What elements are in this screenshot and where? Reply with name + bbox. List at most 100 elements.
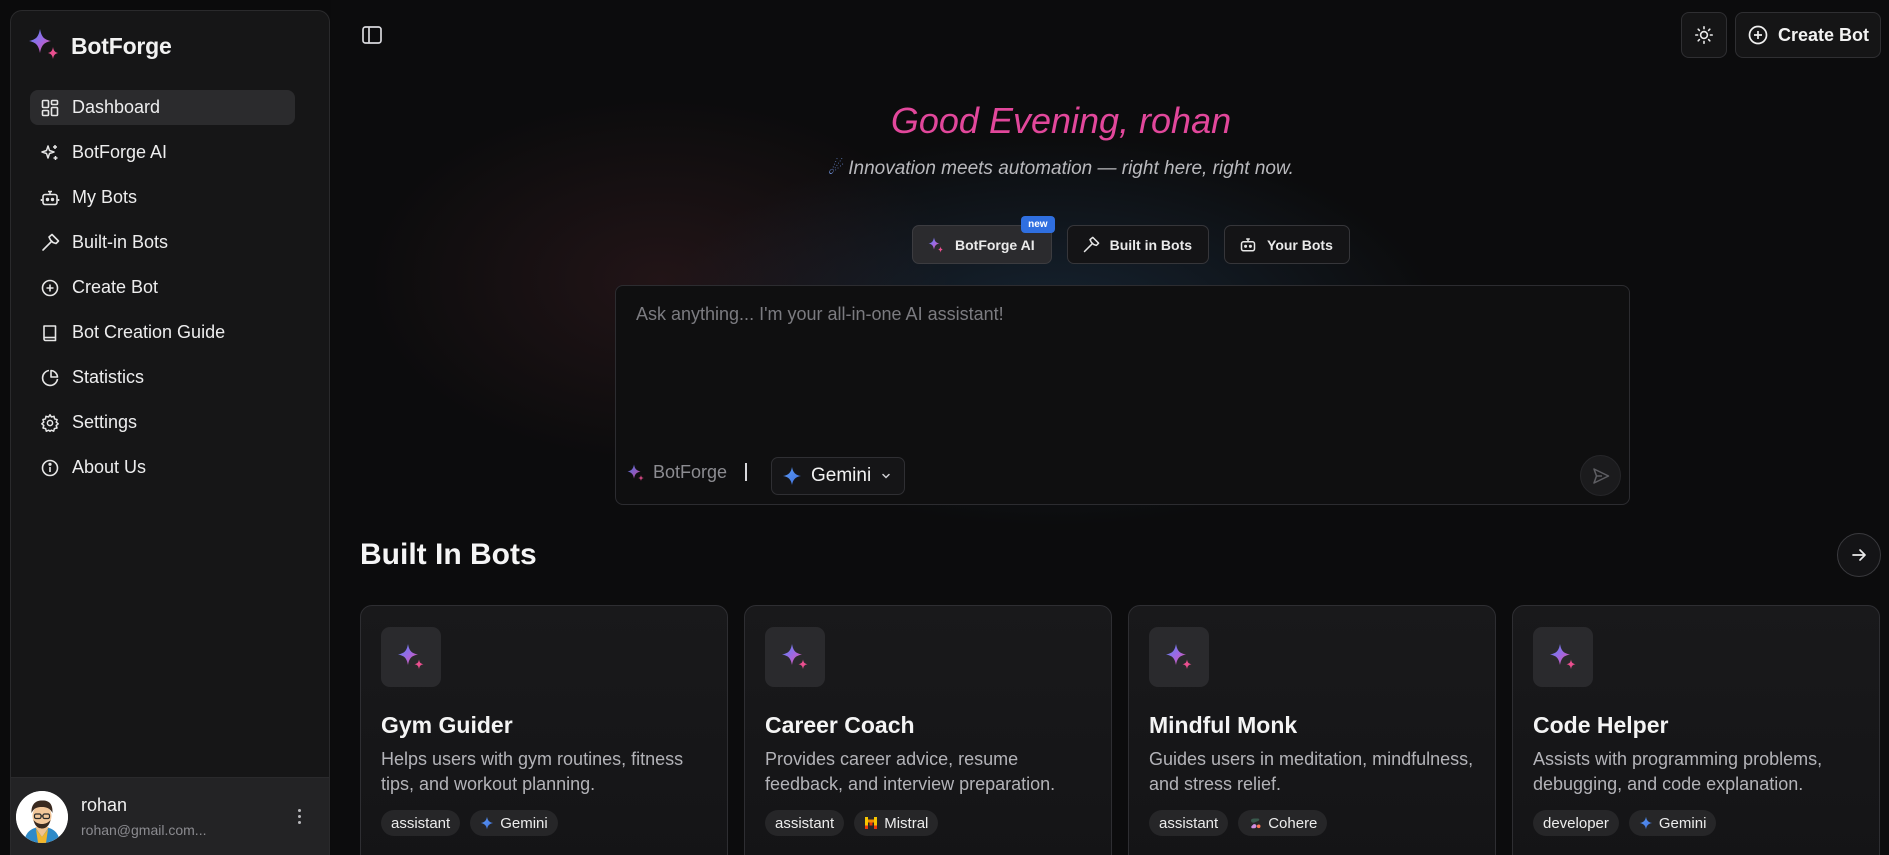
plus-circle-icon [1748,25,1768,45]
sidebar-item-label: Bot Creation Guide [72,322,226,342]
sidebar-item-built-in-bots[interactable]: Built-in Bots [30,225,295,260]
sidebar-item-label: Dashboard [72,97,161,117]
user-info: rohan rohan@gmail.com... [81,795,206,838]
greeting-heading: Good Evening, rohan [890,100,1232,141]
user-name: rohan [81,795,128,815]
user-panel[interactable]: rohan rohan@gmail.com... [11,777,329,855]
mistral-icon [865,817,878,829]
kebab-menu-icon[interactable] [289,804,309,828]
model-tag: Mistral [854,810,939,836]
sidebar-item-about-us[interactable]: About Us [30,450,295,485]
sidebar-item-botforge-ai[interactable]: BotForge AI [30,135,295,170]
sidebar-item-create-bot[interactable]: Create Bot [30,270,295,305]
card-description: Provides career advice, resume feedback,… [765,749,1056,794]
tagline: ☄ Innovation meets automation — right her… [331,158,1791,180]
sparkles-icon [627,464,644,481]
gemini-icon [480,816,494,830]
card-tags: assistant Cohere [1149,810,1328,836]
mode-tabs: BotForge AI new Built in Bots Your Bots [912,216,1350,264]
card-tags: developer Gemini [1533,810,1717,836]
dashboard-icon [41,99,59,116]
tagline-text: Innovation meets automation — right here… [848,158,1294,179]
card-title: Code Helper [1533,712,1669,738]
model-tag: Cohere [1238,810,1328,836]
model-select-value: Gemini [811,465,872,486]
bot-card-career-coach[interactable]: Career Coach Provides career advice, res… [744,605,1112,855]
sidebar-item-settings[interactable]: Settings [30,405,295,440]
comet-icon: ☄ [828,158,845,178]
create-bot-button[interactable]: Create Bot [1735,12,1881,58]
tab-your-bots[interactable]: Your Bots [1224,225,1350,264]
sidebar-item-bot-creation-guide[interactable]: Bot Creation Guide [30,315,295,350]
gemini-icon [1639,816,1653,830]
avatar[interactable] [16,790,68,843]
card-description: Helps users with gym routines, fitness t… [381,749,684,794]
app-window: BotForge Dashboard BotForge AI My Bots B… [0,0,1889,855]
sparkles-icon [1149,627,1209,687]
sidebar: BotForge Dashboard BotForge AI My Bots B… [10,10,330,855]
sparkles-icon [765,627,825,687]
theme-toggle-button[interactable] [1681,12,1727,58]
built-in-bots-heading: Built In Bots [360,538,537,571]
hammer-icon [1083,236,1099,252]
cohere-icon [1251,818,1261,829]
model-tag-label: Cohere [1268,814,1318,832]
create-bot-label: Create Bot [1777,24,1870,45]
chevron-down-icon [882,473,890,479]
gemini-icon [783,467,801,485]
sidebar-item-statistics[interactable]: Statistics [30,360,295,395]
gear-icon [41,413,59,432]
hammer-icon [42,233,60,251]
bot-card-mindful-monk[interactable]: Mindful Monk Guides users in meditation,… [1128,605,1496,855]
sidebar-item-my-bots[interactable]: My Bots [30,180,295,215]
model-select[interactable]: Gemini [771,457,906,495]
sparkles-icon [381,627,441,687]
card-tags: assistant Gemini [381,810,558,836]
chat-input[interactable] [636,304,1596,424]
send-button[interactable] [1580,455,1621,496]
category-tag: assistant [765,810,845,836]
model-tag-label: Mistral [884,814,929,832]
tab-label: BotForge AI [955,236,1035,253]
sparkles-logo-icon [27,27,61,66]
sparkles-icon [928,237,943,252]
plus-circle-icon [41,279,59,296]
sidebar-item-label: About Us [72,457,147,477]
card-title: Mindful Monk [1149,712,1298,738]
sidebar-item-label: Settings [72,412,138,432]
bot-icon [1240,237,1256,252]
category-tag: assistant [1149,810,1229,836]
sidebar-nav: Dashboard BotForge AI My Bots Built-in B… [30,90,295,495]
bot-card-code-helper[interactable]: Code Helper Assists with programming pro… [1512,605,1880,855]
category-tag: developer [1533,810,1619,836]
sidebar-item-label: Built-in Bots [72,232,169,252]
user-email: rohan@gmail.com... [81,822,207,838]
book-icon [43,324,57,341]
sparkles-icon [1533,627,1593,687]
new-badge: new [1021,216,1055,233]
sidebar-item-dashboard[interactable]: Dashboard [30,90,295,125]
sidebar-item-label: Statistics [72,367,145,387]
send-icon [1592,467,1609,484]
composer-brand-label: BotForge [653,462,728,482]
card-description: Guides users in meditation, mindfulness,… [1149,749,1474,794]
bot-icon [40,190,60,205]
sidebar-item-label: BotForge AI [72,142,168,162]
category-tag: assistant [381,810,461,836]
model-tag: Gemini [1628,810,1717,836]
bot-card-gym-guider[interactable]: Gym Guider Helps users with gym routines… [360,605,728,855]
info-icon [41,459,59,476]
card-description: Assists with programming problems, debug… [1533,749,1823,794]
tab-built-in-bots[interactable]: Built in Bots [1066,225,1210,264]
sidebar-item-label: Create Bot [72,277,159,297]
sidebar-toggle-icon[interactable] [359,22,385,48]
brand-logo[interactable]: BotForge [27,27,172,66]
model-tag: Gemini [470,810,558,836]
tab-botforge-ai[interactable]: BotForge AI new [912,216,1055,264]
scroll-next-button[interactable] [1837,533,1881,577]
sparkles-icon [41,144,58,160]
model-tag-label: Gemini [1658,814,1707,832]
arrow-right-icon [1852,549,1866,561]
tab-label: Built in Bots [1109,236,1193,253]
divider [745,463,747,481]
